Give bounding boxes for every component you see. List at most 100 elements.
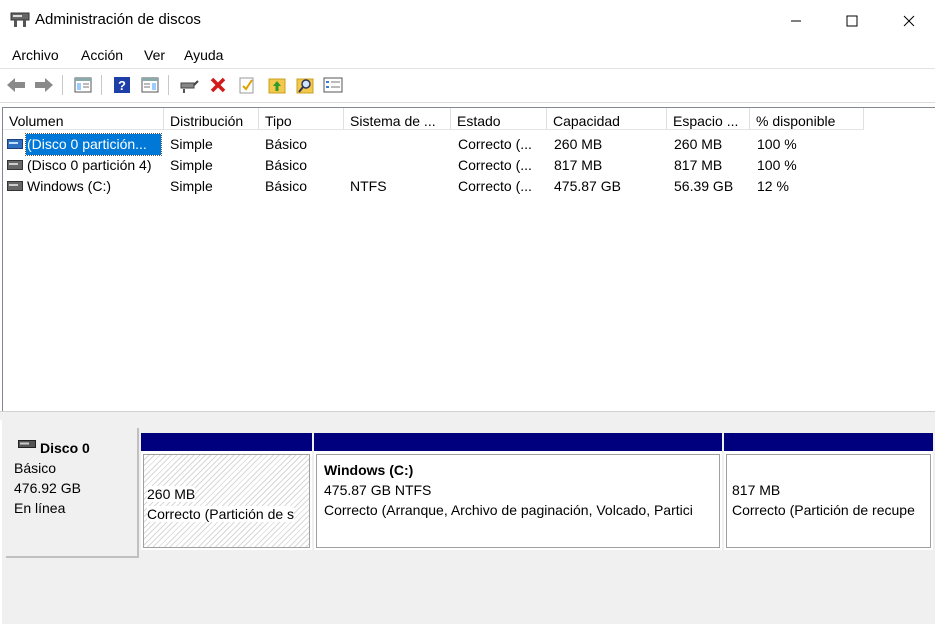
properties-button[interactable] xyxy=(139,74,161,96)
search-button[interactable] xyxy=(294,74,316,96)
partition-status: Correcto (Arranque, Archivo de paginació… xyxy=(324,502,693,518)
minimize-icon xyxy=(791,20,801,22)
cell-sistema: NTFS xyxy=(350,178,387,194)
cell-tipo: Básico xyxy=(265,178,308,194)
delete-icon xyxy=(210,77,226,93)
table-row[interactable]: (Disco 0 partición... Simple Básico Corr… xyxy=(3,133,935,156)
partition-windows[interactable]: Windows (C:) 475.87 GB NTFS Correcto (Ar… xyxy=(314,433,722,550)
partition-recovery[interactable]: 817 MB Correcto (Partición de recupe xyxy=(724,433,933,550)
cell-capacidad: 475.87 GB xyxy=(554,178,621,194)
close-button[interactable] xyxy=(886,0,932,42)
cell-tipo: Básico xyxy=(265,136,308,152)
up-folder-icon xyxy=(268,78,286,94)
disk-icon xyxy=(18,440,36,448)
connect-icon xyxy=(180,80,199,93)
menu-ayuda[interactable]: Ayuda xyxy=(184,47,223,63)
volume-icon xyxy=(7,139,23,149)
menu-accion[interactable]: Acción xyxy=(81,47,123,63)
cell-tipo: Básico xyxy=(265,157,308,173)
connect-button[interactable] xyxy=(178,74,200,96)
partition-efi[interactable]: 260 MB Correcto (Partición de s xyxy=(141,433,312,550)
column-header-distribucion[interactable]: Distribución xyxy=(164,108,259,130)
partition-size: 260 MB xyxy=(147,486,196,502)
cell-espacio: 56.39 GB xyxy=(674,178,734,194)
toolbar-separator xyxy=(168,75,169,95)
partition-body: Windows (C:) 475.87 GB NTFS Correcto (Ar… xyxy=(316,454,720,548)
cell-espacio: 260 MB xyxy=(674,136,723,152)
partition-bar xyxy=(724,433,933,451)
toolbar-separator xyxy=(101,75,102,95)
partition-body: 817 MB Correcto (Partición de recupe xyxy=(726,454,931,548)
disk-type: Básico xyxy=(14,460,57,476)
help-button[interactable]: ? xyxy=(111,74,133,96)
column-header-disponible[interactable]: % disponible xyxy=(750,108,864,130)
cell-espacio: 817 MB xyxy=(674,157,723,173)
window-title: Administración de discos xyxy=(35,11,201,28)
partition-status: Correcto (Partición de s xyxy=(147,506,295,522)
list-button[interactable] xyxy=(322,74,344,96)
table-row[interactable]: (Disco 0 partición 4) Simple Básico Corr… xyxy=(3,155,935,176)
title-bar: Administración de discos xyxy=(0,0,935,42)
column-header-espacio[interactable]: Espacio ... xyxy=(667,108,750,130)
cell-volumen: Windows (C:) xyxy=(27,178,112,194)
toolbar: ? xyxy=(0,68,935,103)
partition-size: 817 MB xyxy=(732,482,781,498)
help-icon: ? xyxy=(114,77,130,93)
volume-icon xyxy=(7,181,23,191)
search-icon xyxy=(296,78,314,94)
partition-status: Correcto (Partición de recupe xyxy=(732,502,915,518)
partition-body: 260 MB Correcto (Partición de s xyxy=(143,454,310,548)
partition-title: Windows (C:) xyxy=(324,462,414,478)
cell-estado: Correcto (... xyxy=(458,157,532,173)
list-icon xyxy=(323,77,343,93)
disk-label[interactable]: Disco 0 Básico 476.92 GB En línea xyxy=(6,428,139,558)
svg-text:?: ? xyxy=(118,78,126,93)
volume-icon xyxy=(7,160,23,170)
cell-distribucion: Simple xyxy=(170,157,213,173)
menu-ver[interactable]: Ver xyxy=(144,47,165,63)
column-header-volumen[interactable]: Volumen xyxy=(3,108,164,130)
cell-disponible: 100 % xyxy=(757,136,797,152)
disk-view: Disco 0 Básico 476.92 GB En línea 260 MB… xyxy=(2,419,935,624)
check-icon xyxy=(239,77,254,94)
properties-icon xyxy=(141,77,159,93)
forward-button[interactable] xyxy=(33,74,55,96)
disk-status: En línea xyxy=(14,500,66,516)
column-header-capacidad[interactable]: Capacidad xyxy=(547,108,667,130)
delete-button[interactable] xyxy=(207,74,229,96)
forward-arrow-icon xyxy=(35,78,53,92)
back-arrow-icon xyxy=(7,78,25,92)
cell-volumen: (Disco 0 partición 4) xyxy=(27,157,152,173)
partition-bar xyxy=(141,433,312,451)
partition-size: 475.87 GB NTFS xyxy=(324,482,432,498)
console-tree-icon xyxy=(74,77,92,93)
disk-name: Disco 0 xyxy=(40,440,90,456)
cell-disponible: 12 % xyxy=(757,178,789,194)
menu-bar: Archivo Acción Ver Ayuda xyxy=(0,43,935,68)
close-icon xyxy=(903,15,915,27)
maximize-button[interactable] xyxy=(829,0,875,42)
menu-archivo[interactable]: Archivo xyxy=(12,47,59,63)
cell-estado: Correcto (... xyxy=(458,136,532,152)
back-button[interactable] xyxy=(5,74,27,96)
table-row[interactable]: Windows (C:) Simple Básico NTFS Correcto… xyxy=(3,176,935,197)
toolbar-separator xyxy=(62,75,63,95)
check-button[interactable] xyxy=(236,74,258,96)
minimize-button[interactable] xyxy=(773,0,819,42)
cell-distribucion: Simple xyxy=(170,178,213,194)
volume-list: Volumen Distribución Tipo Sistema de ...… xyxy=(2,107,935,413)
disk-size: 476.92 GB xyxy=(14,480,81,496)
cell-capacidad: 260 MB xyxy=(554,136,603,152)
console-tree-button[interactable] xyxy=(72,74,94,96)
cell-distribucion: Simple xyxy=(170,136,213,152)
column-header-estado[interactable]: Estado xyxy=(451,108,547,130)
cell-volumen: (Disco 0 partición... xyxy=(25,133,162,156)
column-header-sistema[interactable]: Sistema de ... xyxy=(344,108,451,130)
cell-capacidad: 817 MB xyxy=(554,157,603,173)
up-folder-button[interactable] xyxy=(266,74,288,96)
partition-bar xyxy=(314,433,722,451)
column-header-tipo[interactable]: Tipo xyxy=(259,108,344,130)
cell-disponible: 100 % xyxy=(757,157,797,173)
disk-management-icon xyxy=(10,12,30,27)
maximize-icon xyxy=(846,15,858,27)
